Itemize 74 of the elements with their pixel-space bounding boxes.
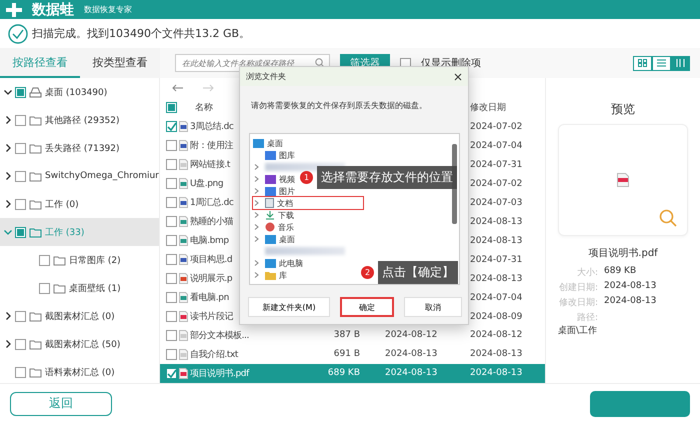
folder-label: 图片 [279, 186, 295, 196]
modified-date: 2024-07-31 [470, 254, 524, 265]
modified-date: 2024-07-31 [470, 160, 524, 170]
created-date: 2024-08-12 [385, 330, 438, 340]
folder-label: 此电脑 [279, 258, 303, 268]
file-name: 项目说明书.pdf [190, 368, 249, 380]
file-name: 1周汇总.dc [190, 196, 234, 210]
tree-label: 截图素材汇总 (50) [45, 338, 120, 350]
file-size: 691 B [332, 349, 360, 360]
file-path: 桌面\工作 [558, 324, 598, 337]
created-date: 2024-08-13 [385, 349, 438, 360]
folder-label: 视频 [279, 174, 295, 184]
tree-label: 语料素材汇总 (0) [45, 366, 115, 378]
folder-label: 库 [279, 270, 287, 280]
modified-date: 2024-07-02 [470, 122, 524, 132]
folder-label: 文档 [277, 198, 293, 208]
tree-label: 工作 (33) [45, 226, 84, 238]
file-name: 电脑.bmp [190, 234, 229, 248]
modified-date: 2024-08-13 [470, 236, 524, 246]
preview-file-name: 项目说明书.pdf [588, 246, 658, 260]
dialog-message: 请勿将需要恢复的文件保存到原丢失数据的磁盘。 [250, 100, 428, 112]
meta-value: 689 KB [604, 266, 638, 278]
tree-label: 其他路径 (29352) [45, 114, 120, 126]
modified-date: 2024-07-04 [470, 292, 524, 303]
modified-date: 2024-07-04 [470, 140, 524, 151]
meta-label: 创建日期: [558, 282, 598, 294]
modified-date: 2024-08-13 [470, 216, 524, 227]
file-name: 自我介绍.txt [190, 348, 238, 361]
modified-date: 2024-08-13 [470, 368, 524, 378]
app-subtitle: 数据恢复专家 [84, 4, 132, 15]
tree-label: SwitchyOmega_Chromiur [45, 171, 159, 181]
folder-label: 图库 [279, 150, 295, 160]
file-size: 689 KB [326, 368, 360, 378]
brand-name: 数据蛙 [32, 0, 74, 18]
file-name: 说明展示.p [190, 272, 232, 286]
folder-label: 桌面 [267, 138, 283, 148]
tree-label: 桌面壁纸 (1) [69, 282, 121, 294]
file-name: 熟睡的小猫 [190, 216, 234, 228]
callout-label: 点击【确定】 [378, 261, 458, 284]
modified-date: 2024-07-02 [470, 178, 524, 189]
file-name: 读书片段记 [190, 310, 234, 324]
modified-date: 2024-08-13 [470, 349, 524, 360]
file-name: 看电脑.pn [190, 292, 229, 304]
tree-label: 工作 (0) [45, 198, 79, 210]
folder-label: 下载 [278, 210, 294, 220]
meta-label: 修改日期: [558, 296, 598, 309]
modified-date: 2024-07-03 [470, 198, 524, 208]
meta-value: 2024-08-13 [604, 281, 658, 293]
file-name: 项目构思.d [190, 254, 232, 266]
meta-label: 大小: [576, 266, 598, 279]
dialog-title: 浏览文件夹 [246, 71, 286, 82]
column-header: 名称 [194, 102, 214, 114]
modified-date: 2024-08-12 [470, 330, 524, 340]
meta-value: 2024-08-13 [604, 296, 658, 308]
tree-label: 截图素材汇总 (0) [45, 310, 115, 322]
created-date: 2024-08-13 [385, 368, 438, 378]
scan-status: 扫描完成。找到103490个文件共13.2 GB。 [32, 26, 250, 41]
file-name: 网站链接.t [190, 158, 230, 172]
modified-date: 2024-08-13 [470, 274, 524, 284]
tree-label: 桌面 (103490) [45, 86, 108, 98]
file-name: 附：使用注 [190, 140, 234, 152]
callout-label: 选择需要存放文件的位置 [317, 166, 457, 189]
tree-label: 丢失路径 (71392) [45, 142, 120, 154]
file-name: U盘.png [190, 178, 224, 190]
preview-title: 预览 [611, 101, 635, 118]
file-size: 387 B [332, 330, 360, 340]
file-name: 3周总结.dc [190, 120, 234, 134]
tree-label: 日常图库 (2) [69, 254, 121, 266]
modified-date: 2024-08-09 [470, 312, 524, 322]
meta-label: 路径: [576, 312, 598, 324]
folder-label: 音乐 [278, 222, 294, 232]
folder-label: 桌面 [279, 234, 295, 244]
column-header: 修改日期 [470, 102, 507, 114]
file-name: 部分文本模板... [190, 330, 249, 342]
